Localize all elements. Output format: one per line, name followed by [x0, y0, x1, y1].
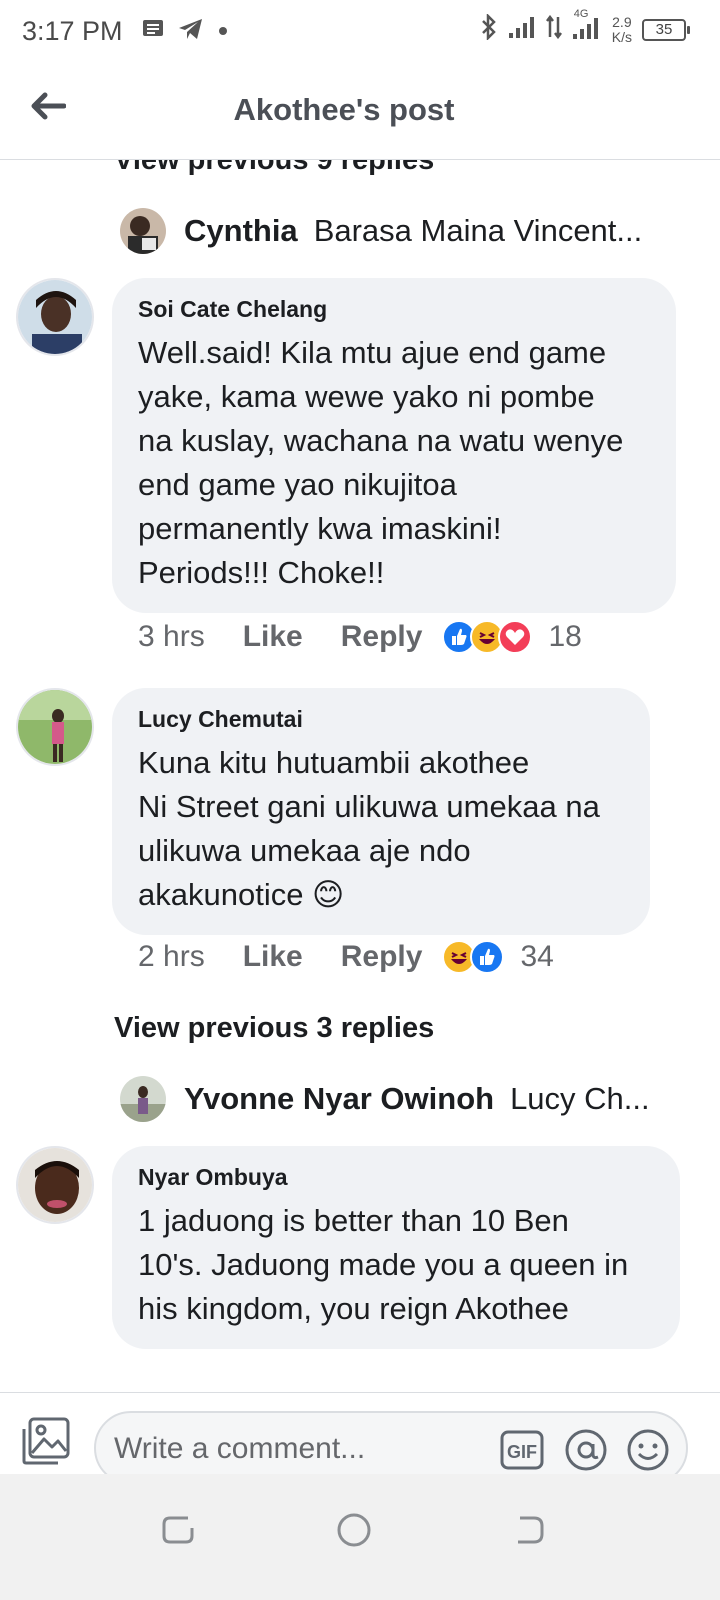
comment-author[interactable]: Lucy Chemutai	[138, 706, 624, 733]
reactions[interactable]	[442, 620, 533, 654]
status-notification-icons	[142, 18, 228, 45]
like-button[interactable]: Like	[243, 940, 303, 974]
emoji-icon	[627, 1429, 669, 1471]
comment-bubble: Soi Cate Chelang Well.said! Kila mtu aju…	[112, 278, 676, 613]
mention-button[interactable]	[564, 1428, 608, 1472]
reply-preview[interactable]: Cynthia Barasa Maina Vincent...	[120, 208, 642, 254]
comment-bubble: Nyar Ombuya 1 jaduong is better than 10 …	[112, 1146, 680, 1349]
photo-icon	[20, 1417, 72, 1471]
reactions[interactable]	[442, 940, 505, 974]
reply-preview[interactable]: Yvonne Nyar Owinoh Lucy Ch...	[120, 1076, 650, 1122]
home-button[interactable]	[332, 1508, 376, 1552]
like-button[interactable]: Like	[243, 620, 303, 654]
comment-input[interactable]	[114, 1429, 484, 1469]
reply-preview-author[interactable]: Yvonne Nyar Owinoh	[184, 1081, 494, 1117]
comment-text: Kuna kitu hutuambii akothee Ni Street ga…	[138, 745, 600, 912]
network-speed-value: 2.9	[612, 13, 632, 30]
comment-time: 3 hrs	[138, 620, 205, 653]
signal-4g-icon	[572, 18, 602, 44]
status-system-icons: 4G 2.9 K/s 35	[480, 8, 690, 45]
recent-apps-icon	[162, 1516, 194, 1544]
view-previous-replies-link[interactable]: View previous 9 replies	[114, 160, 434, 177]
page-title: Akothee's post	[233, 92, 455, 127]
back-nav-icon	[518, 1516, 544, 1544]
gif-icon: GIF	[507, 1442, 537, 1462]
reply-button[interactable]: Reply	[341, 940, 423, 974]
reaction-count[interactable]: 18	[548, 620, 581, 654]
avatar[interactable]	[16, 688, 94, 766]
comment-author[interactable]: Nyar Ombuya	[138, 1164, 654, 1191]
emoji-button[interactable]	[626, 1428, 670, 1472]
add-photo-button[interactable]	[20, 1415, 72, 1467]
battery-indicator: 35	[642, 18, 690, 41]
mention-icon	[565, 1429, 607, 1471]
reply-preview-text: Lucy Ch...	[510, 1081, 650, 1116]
status-bar: 3:17 PM 4G 2.9 K/s 35	[0, 0, 720, 64]
comment-actions: 3 hrs Like Reply 18	[138, 620, 582, 654]
comment-text: 1 jaduong is better than 10 Ben 10's. Ja…	[138, 1203, 629, 1326]
signal-icon	[508, 15, 536, 44]
message-notification-icon	[142, 19, 164, 44]
comment-author[interactable]: Soi Cate Chelang	[138, 296, 650, 323]
back-nav-button[interactable]	[508, 1508, 552, 1552]
recent-apps-button[interactable]	[156, 1508, 200, 1552]
bluetooth-icon	[480, 12, 498, 45]
post-header: Akothee's post	[0, 64, 720, 160]
gif-button[interactable]: GIF	[500, 1428, 544, 1472]
comments-thread: View previous 9 replies Cynthia Barasa M…	[0, 160, 720, 1392]
status-time: 3:17 PM	[22, 16, 123, 46]
avatar[interactable]	[16, 1146, 94, 1224]
comment-text: Well.said! Kila mtu ajue end game yake, …	[138, 335, 624, 590]
comment-composer: GIF	[0, 1392, 720, 1485]
network-speed: 2.9 K/s	[611, 13, 632, 45]
reaction-count[interactable]: 34	[520, 940, 553, 974]
system-navigation-bar	[0, 1474, 720, 1600]
like-reaction-icon	[470, 940, 505, 974]
home-icon	[337, 1513, 371, 1547]
love-reaction-icon	[498, 620, 533, 654]
comment-time: 2 hrs	[138, 940, 205, 973]
network-speed-unit: K/s	[611, 28, 632, 45]
avatar	[120, 1076, 166, 1122]
reply-preview-author[interactable]: Cynthia	[184, 213, 298, 249]
avatar	[120, 208, 166, 254]
comment-actions: 2 hrs Like Reply 34	[138, 940, 554, 974]
telegram-icon	[178, 18, 204, 45]
reply-button[interactable]: Reply	[341, 620, 423, 654]
network-type: 4G	[573, 8, 589, 20]
dot-icon	[218, 23, 228, 41]
reply-preview-text: Barasa Maina Vincent...	[313, 213, 643, 248]
avatar[interactable]	[16, 278, 94, 356]
data-transfer-icon	[545, 14, 562, 44]
view-previous-replies-link[interactable]: View previous 3 replies	[114, 1012, 434, 1045]
comment-bubble: Lucy Chemutai Kuna kitu hutuambii akothe…	[112, 688, 650, 935]
